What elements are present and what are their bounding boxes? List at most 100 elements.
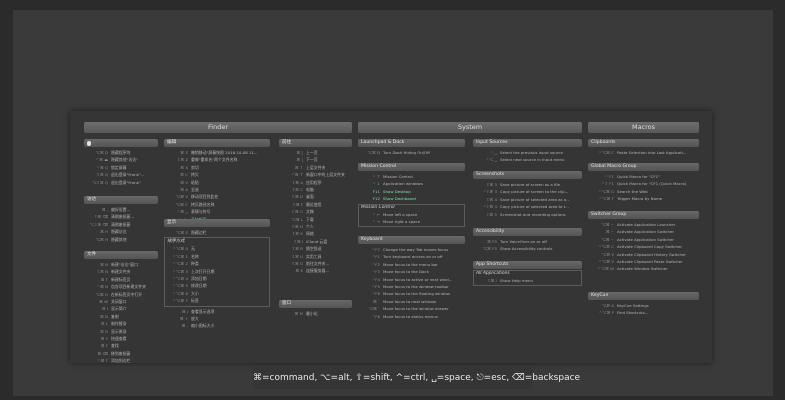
shortcut-row[interactable]: ⌥⌘ K KeyCue Settings [588, 302, 699, 309]
shortcut-row[interactable]: ⌥⇧⌘ Q 退出登录"Frank" [84, 179, 158, 186]
shortcut-row[interactable]: ⌘ A 全选 [164, 186, 270, 193]
shortcut-row[interactable]: ^F2 Move focus to the menu bar [358, 261, 465, 268]
shortcut-row[interactable]: ^F8 Move focus to status menus [358, 313, 465, 320]
shortcut-row[interactable]: ⇧⌘ G 前往文件夹... [279, 260, 352, 267]
shortcut-row[interactable]: ⇧⌘ D 桌面 [279, 193, 352, 200]
shortcut-row[interactable]: ^⌥⌘ G Search the Web [588, 188, 699, 195]
shortcut-keys: ^F1 [372, 254, 380, 260]
shortcut-row[interactable]: ⌥⌘ L 下载 [279, 216, 352, 223]
shortcut-row[interactable]: ⌥⌘ V 移动项目到此处 [164, 193, 270, 200]
shortcut-row[interactable]: ⌘ V 粘贴 [164, 179, 270, 186]
shortcut-row[interactable]: ^ ↓ Application windows [358, 180, 465, 187]
shortcut-row[interactable]: ⌘ K 连接服务器... [279, 267, 352, 274]
shortcut-row[interactable]: ^F1 Turn keyboard access on or off [358, 253, 465, 260]
shortcut-row[interactable]: ⇧⌘ IiCloud 云盘 [279, 238, 352, 245]
shortcut-row[interactable]: ⌘ F 查找 [84, 342, 158, 349]
shortcut-row[interactable]: ⌘ ` Move focus to next window [358, 298, 465, 305]
shortcut-row[interactable]: ^ ↑ Mission Control [358, 173, 465, 180]
shortcut-row[interactable]: ⌘ , 偏好设置... [84, 206, 158, 213]
shortcut-row[interactable]: ^⇧⌘ 4 Copy picture of selected area to t.… [473, 203, 582, 210]
shortcut-row[interactable]: ⇧⌘ ⌫ 清倒废纸篓... [84, 213, 158, 220]
shortcut-row-highlighted[interactable]: F12 Show Dashboard [358, 195, 465, 202]
shortcut-row[interactable]: ⇧⌘ O 文稿 [279, 208, 352, 215]
shortcut-row[interactable]: ⌘ C 拷贝 [164, 171, 270, 178]
shortcut-row[interactable]: ⌘ + 放大 [164, 315, 270, 322]
shortcut-keys: ⌥⌘ H [95, 236, 108, 242]
shortcut-row[interactable]: ⇧⌘ H 个人 [279, 223, 352, 230]
shortcut-row[interactable]: ^⌘ ⏏ 隐藏其他"访达" [84, 156, 158, 163]
shortcut-row[interactable]: ^⌥⌘ T Trigger Macro by Name [588, 195, 699, 202]
shortcut-row[interactable]: ^⌥⌘ W Activate Window Switcher [588, 265, 699, 272]
shortcut-row[interactable]: ⌘ [上一页 [279, 149, 352, 156]
shortcut-row[interactable]: ^⌘ T 添加到边栏 [84, 357, 158, 364]
shortcut-row[interactable]: ⌥⌘ O 在新标签页中打开 [84, 291, 158, 298]
shortcut-row[interactable]: ⇧⌘ 5 Screenshot and recording options [473, 211, 582, 218]
shortcut-row[interactable]: ⌥⌘ F5 Show Accessibility controls [473, 245, 582, 252]
shortcut-row[interactable]: ^⌘ N 包含项目新建文件夹 [84, 283, 158, 290]
shortcut-row[interactable]: ^ ␣ Select the previous input source [473, 149, 582, 156]
shortcut-row[interactable]: ^ F1 Quick Macro for "CF1" [588, 173, 699, 180]
shortcut-row[interactable]: ⌘ R 显示原身 [84, 328, 158, 335]
shortcut-row[interactable]: ⌘ L 制作替身 [84, 320, 158, 327]
shortcut-row[interactable]: ^F6 Move focus to the floating window [358, 290, 465, 297]
shortcut-row[interactable]: ⌘ J 查看显示选项 [164, 308, 270, 315]
shortcut-row[interactable]: ⇧⌘ R 隔空投送 [279, 245, 352, 252]
shortcut-row[interactable]: ⇧⌘ U 实用工具 [279, 253, 352, 260]
shortcut-row[interactable]: ⌘ D 复制 [84, 313, 158, 320]
shortcut-row[interactable]: ⇧⌘ K 网络 [279, 230, 352, 237]
shortcut-row[interactable]: ^⌘ ␣ 表情与符号 [164, 208, 270, 215]
shortcut-row[interactable]: ⌘ H 隐藏访达 [84, 228, 158, 235]
shortcut-row[interactable]: ⌘ ↑ 上层文件夹 [279, 164, 352, 171]
shortcut-row[interactable]: ^⌘ Q 锁定屏幕 [84, 164, 158, 171]
shortcut-row[interactable]: ⇧⌘ F 最近使用 [279, 201, 352, 208]
shortcut-row[interactable]: ⌥⇧⌘ ⌫ 清倒废纸篓 [84, 221, 158, 228]
shortcut-row[interactable]: ^F5 Move focus to the window toolbar [358, 283, 465, 290]
shortcut-row[interactable]: ⇧⌘ 3 Save picture of screen as a file [473, 181, 582, 188]
shortcut-row[interactable]: ⌥⌘ V Activate Clipboard History Switcher [588, 251, 699, 258]
shortcut-row[interactable]: ^F7 Change the way Tab moves focus [358, 246, 465, 253]
shortcut-row[interactable]: ⌘ T 新建标签页 [84, 276, 158, 283]
shortcut-row[interactable]: ⌘ ⌫ 移到废纸篓 [84, 350, 158, 357]
shortcut-row[interactable]: ⇧⌘ A 应用程序 [279, 179, 352, 186]
shortcut-row[interactable]: ^⇧ F1 Quick Macro for "CF1 (Quick Macro) [588, 180, 699, 187]
shortcut-row[interactable]: ⌘ F5 Turn VoiceOver on or off [473, 238, 582, 245]
shortcut-row[interactable]: ⌘ Z 撤销移动"屏幕快照 2018-10-08 11... [164, 149, 270, 156]
shortcut-row[interactable]: ⇧⌘ N 新建文件夹 [84, 268, 158, 275]
shortcut-row[interactable]: ^⌥⌘ V Activate Clipboard Paste Switcher [588, 258, 699, 265]
shortcut-row[interactable]: ⌘ ] 下一页 [279, 156, 352, 163]
shortcut-row[interactable]: ⌘ X 剪切 [164, 164, 270, 171]
shortcut-row[interactable]: ⌘ Y 快速查看 [84, 335, 158, 342]
shortcut-row[interactable]: ^⌥⌘ C Activate Clipboard Copy Switcher [588, 243, 699, 250]
shortcut-row[interactable]: ⌘ I 显示简介 [84, 305, 158, 312]
shortcut-row[interactable]: ⌘ - 缩小图标大小 [164, 322, 270, 329]
shortcut-row[interactable]: ^⌥⌘ F Find Shortcuts... [588, 309, 699, 316]
shortcut-row[interactable]: ⌘ M 最小化 [279, 310, 352, 317]
shortcut-row[interactable]: ⇧⌘ 4 Save picture of selected area as a..… [473, 196, 582, 203]
shortcut-row[interactable]: ^F4 Move focus to active or next wind... [358, 276, 465, 283]
shortcut-row-highlighted[interactable]: F11 Show Desktop [358, 188, 465, 195]
shortcut-row[interactable]: ^⌥⌘ C Paste Selection into Last Applicati… [588, 149, 699, 156]
shortcut-row[interactable]: ⌥⌘ C 拷贝路径名称 [164, 201, 270, 208]
shortcut-row[interactable]: ⌥⌘ ` Move focus to the window drawer [358, 305, 465, 312]
shortcut-row[interactable]: ⌥⌘ D 隐藏程序坞 [84, 149, 158, 156]
shortcut-row[interactable]: ⇧⌘ Z 重做"重命名"两个文件名称 [164, 156, 270, 163]
shortcut-label: 隐藏其他"访达" [111, 157, 138, 163]
shortcut-label: 添加到边栏 [111, 358, 131, 364]
shortcut-row[interactable]: ⌘ N 新建"访达"窗口 [84, 261, 158, 268]
shortcut-label: 隔空投送 [306, 246, 322, 252]
shortcut-row[interactable]: ⇧⌘ Q 退出登录"Frank"... [84, 171, 158, 178]
shortcut-row[interactable]: ⌥⌘ ~ Activate Application Launcher [588, 221, 699, 228]
shortcut-row[interactable]: ^⌘ ↑ 新窗口中的上层文件夹 [279, 171, 352, 178]
shortcut-keys: ⇧⌘ U [291, 253, 303, 259]
shortcut-row[interactable]: ⌥⌘ ~ Activate Application Switcher [588, 236, 699, 243]
shortcut-row[interactable]: ⌥⌘ H 隐藏其他 [84, 236, 158, 243]
shortcut-row[interactable]: ^F3 Move focus to the Dock [358, 268, 465, 275]
shortcut-row[interactable]: ⌥⌘ S 隐藏边栏 [164, 229, 270, 236]
shortcut-row[interactable]: ⌘ ~ Activate Application Switcher [588, 228, 699, 235]
shortcut-row[interactable]: ^⌥ ␣ Select next source in Input menu [473, 156, 582, 163]
shortcut-row[interactable]: ⇧⌘ C 电脑 [279, 186, 352, 193]
shortcut-row[interactable]: ⌥⌘ D Turn Dock Hiding On/Off [358, 149, 465, 156]
shortcut-label: Paste Selection into Last Applicati... [617, 150, 687, 155]
shortcut-row[interactable]: ⌘ W 关闭窗口 [84, 298, 158, 305]
shortcut-row[interactable]: ^⇧⌘ 3 Copy picture of screen to the clip.… [473, 188, 582, 195]
